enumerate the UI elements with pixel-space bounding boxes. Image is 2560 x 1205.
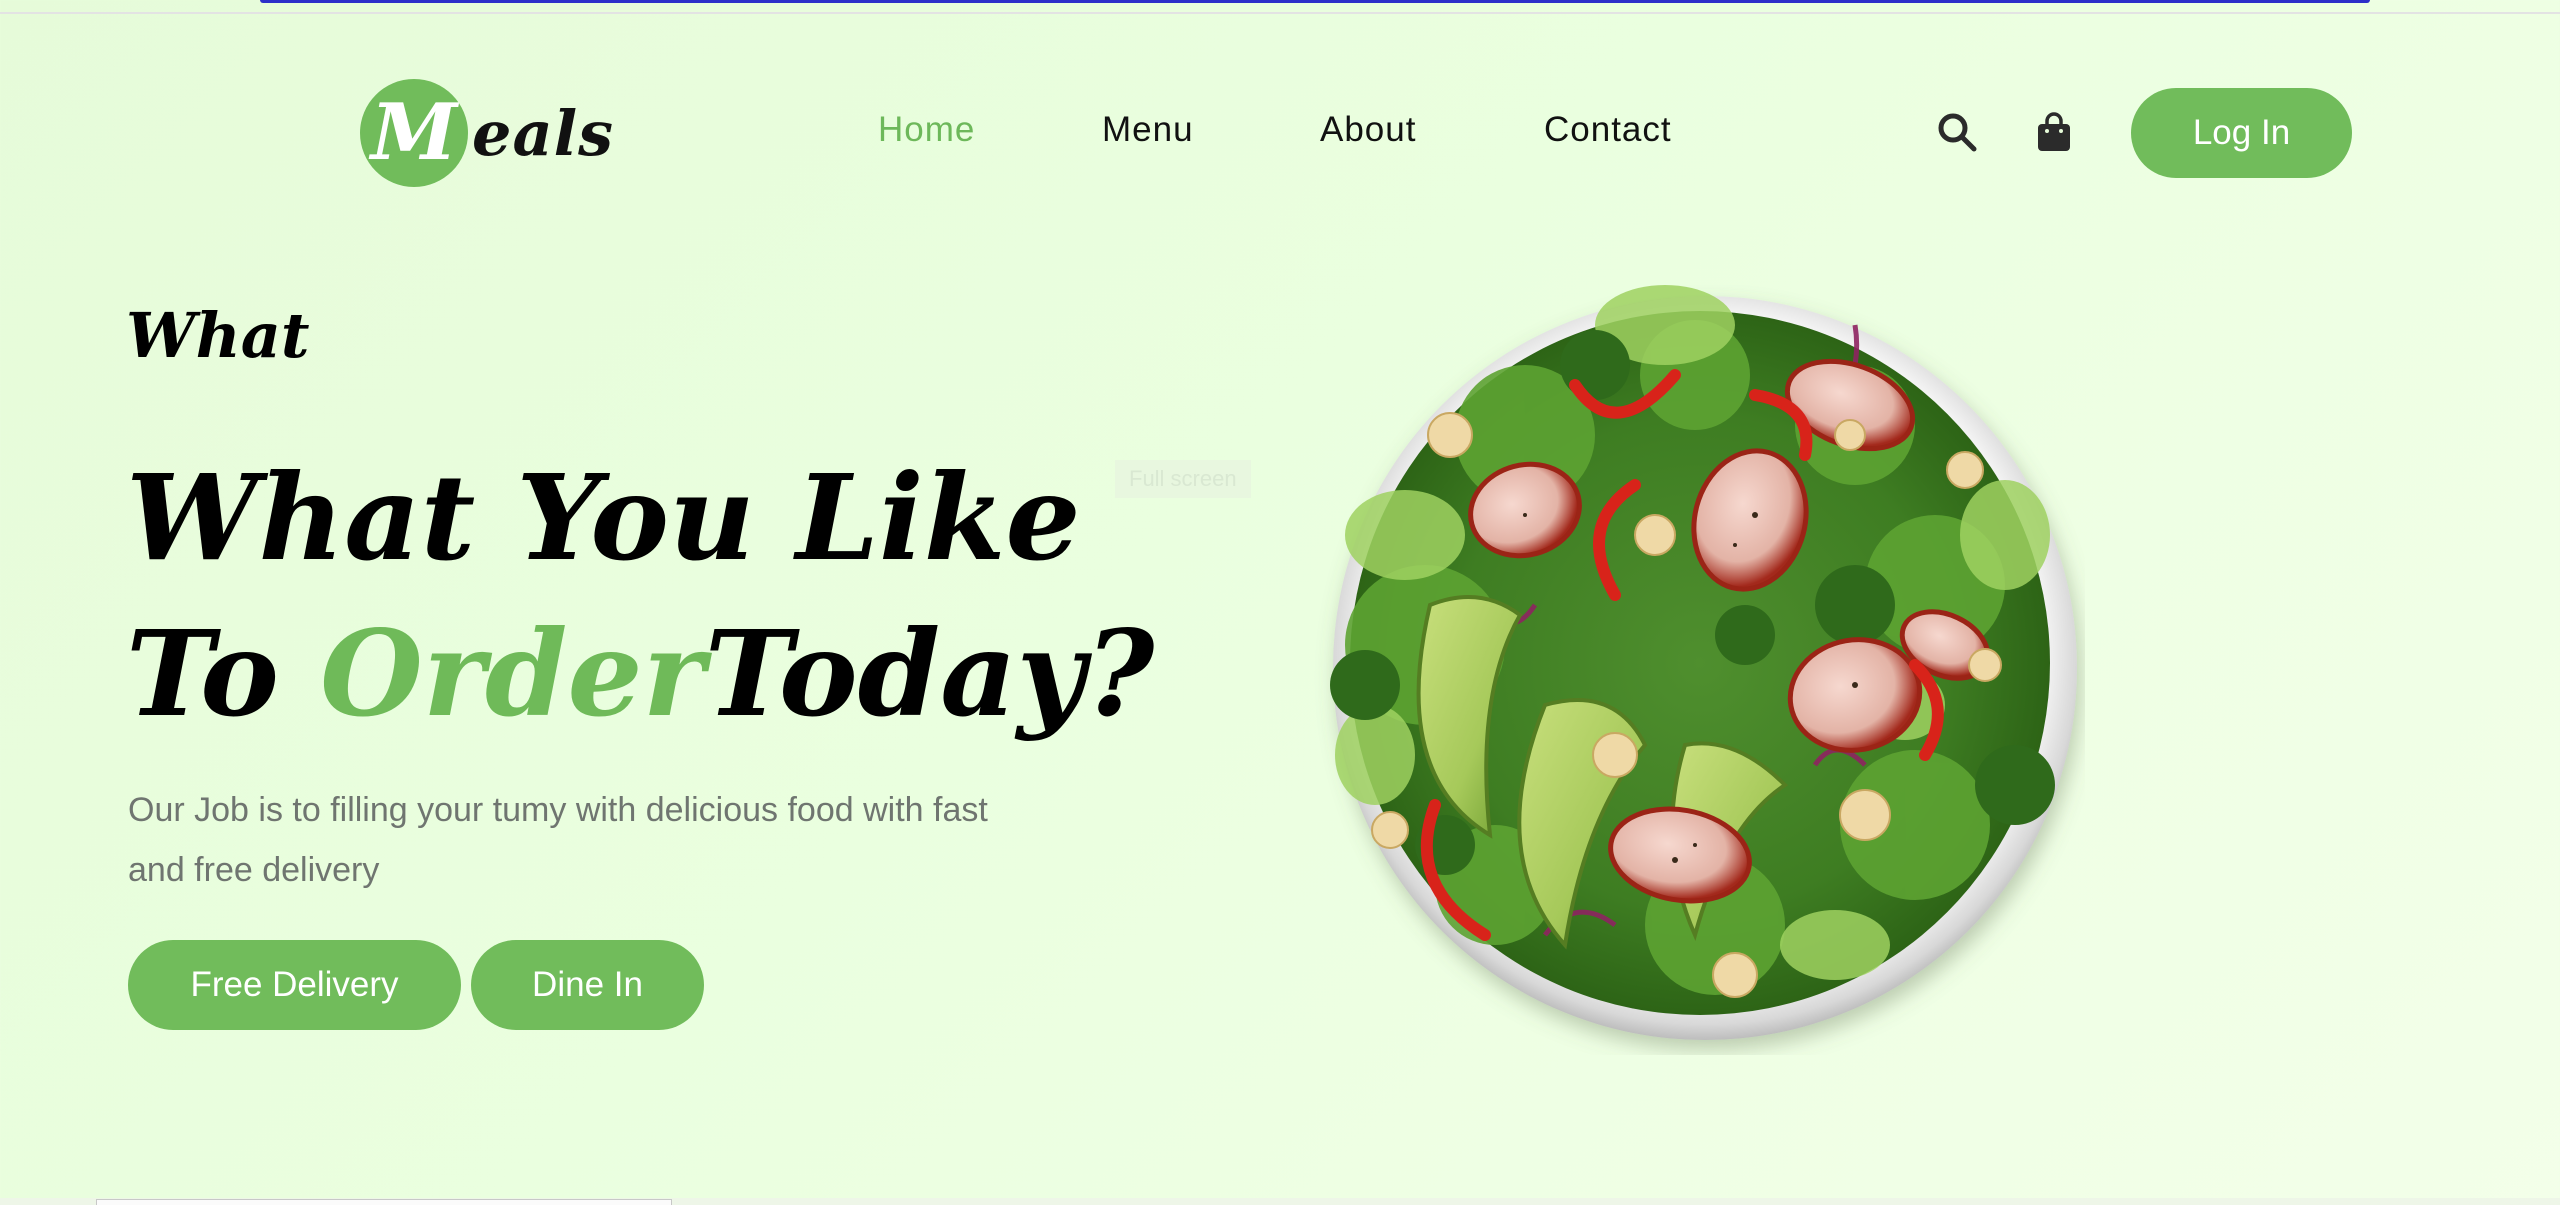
- hero-description: Our Job is to filling your tumy with del…: [128, 791, 988, 889]
- salad-bowl-image: [1330, 285, 2077, 1040]
- hero-kicker: What: [126, 299, 310, 372]
- free-delivery-button[interactable]: Free Delivery: [128, 940, 461, 1030]
- dine-in-button[interactable]: Dine In: [471, 940, 704, 1030]
- bottom-tab: [96, 1199, 672, 1205]
- hero-title: What You Like To OrderToday?: [126, 440, 1154, 752]
- fullscreen-tooltip: Full screen: [1115, 460, 1251, 498]
- logo-text: eals: [472, 96, 615, 170]
- meals-logo[interactable]: M eals: [360, 78, 614, 188]
- cart-button[interactable]: [2030, 108, 2078, 156]
- hero-title-line2-start: To: [126, 604, 321, 743]
- browser-frame-line: [0, 12, 2560, 14]
- search-button[interactable]: [1933, 108, 1981, 156]
- top-accent-bar: [260, 0, 2370, 3]
- nav-link-home[interactable]: Home: [878, 110, 975, 150]
- search-icon: [1938, 113, 1977, 152]
- hero-title-accent: Order: [320, 604, 705, 743]
- hero-title-line1: What You Like: [126, 448, 1081, 587]
- hero-title-line2-end: Today?: [704, 604, 1155, 743]
- nav-link-about[interactable]: About: [1320, 110, 1416, 150]
- nav-link-menu[interactable]: Menu: [1102, 110, 1194, 150]
- nav-link-contact[interactable]: Contact: [1544, 110, 1672, 150]
- shopping-bag-icon: [2038, 112, 2070, 151]
- login-button[interactable]: Log In: [2131, 88, 2352, 178]
- logo-badge: M: [360, 79, 468, 187]
